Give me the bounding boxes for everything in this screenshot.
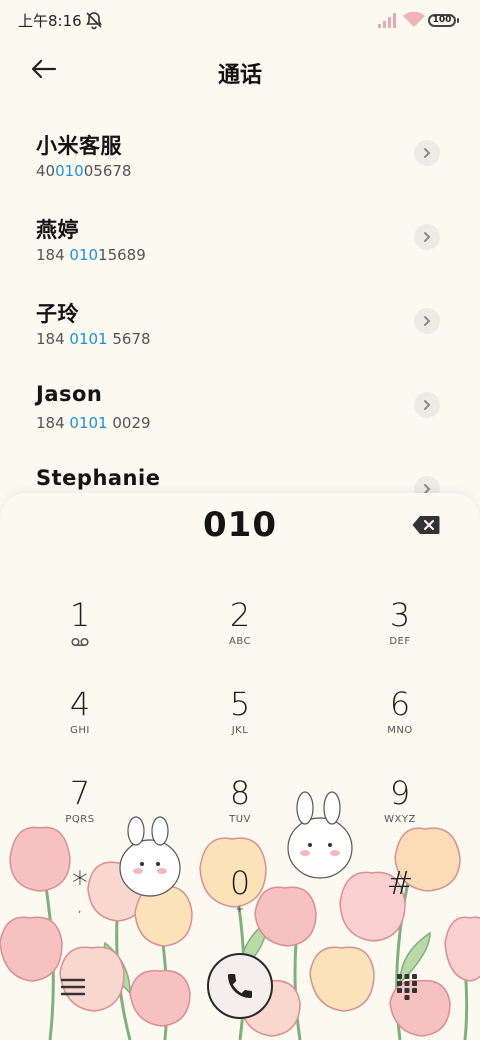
- key-letters: DEF: [389, 636, 411, 647]
- key-digit: #: [386, 864, 414, 902]
- key-letters: ,: [78, 904, 82, 915]
- key-letters: PQRS: [65, 814, 95, 825]
- key-letters: TUV: [229, 814, 251, 825]
- key-6[interactable]: 6 MNO: [340, 684, 460, 764]
- call-button[interactable]: [207, 953, 273, 1019]
- key-9[interactable]: 9 WXYZ: [340, 773, 460, 853]
- key-digit: 4: [69, 685, 91, 723]
- key-digit: 5: [229, 685, 251, 723]
- key-letters: GHI: [70, 725, 90, 736]
- key-hash[interactable]: #: [340, 863, 460, 943]
- key-letters: JKL: [231, 725, 249, 736]
- contact-detail-button[interactable]: [414, 392, 440, 418]
- contact-number: 184 01015689: [36, 246, 146, 264]
- dialed-number: 010: [203, 505, 277, 545]
- contact-number: 4001005678: [36, 162, 132, 180]
- voicemail-icon: [71, 637, 89, 647]
- key-digit: 0: [229, 864, 251, 902]
- battery-level: 100: [432, 15, 452, 25]
- keypad-toggle-icon[interactable]: [396, 973, 418, 1001]
- chevron-right-icon: [424, 232, 431, 242]
- key-letters: +: [235, 904, 245, 915]
- status-bar: 上午8:16 100: [0, 0, 480, 40]
- contact-number: 184 0101 5678: [36, 330, 151, 348]
- contact-detail-button[interactable]: [414, 224, 440, 250]
- key-0[interactable]: 0 +: [180, 863, 300, 943]
- key-7[interactable]: 7 PQRS: [20, 773, 140, 853]
- key-digit: *: [72, 864, 88, 902]
- key-letters: MNO: [387, 725, 413, 736]
- phone-icon: [228, 974, 252, 998]
- key-1[interactable]: 1: [20, 595, 140, 675]
- wifi-icon: [403, 12, 425, 27]
- key-2[interactable]: 2 ABC: [180, 595, 300, 675]
- key-3[interactable]: 3 DEF: [340, 595, 460, 675]
- key-5[interactable]: 5 JKL: [180, 684, 300, 764]
- key-4[interactable]: 4 GHI: [20, 684, 140, 764]
- status-time: 上午8:16: [18, 12, 82, 30]
- contact-item[interactable]: 小米客服 4001005678: [0, 112, 480, 196]
- key-digit: 2: [229, 596, 251, 634]
- signal-icon: [378, 13, 396, 28]
- bell-muted-icon: [86, 12, 102, 30]
- chevron-right-icon: [424, 148, 431, 158]
- contact-detail-button[interactable]: [414, 308, 440, 334]
- contact-item[interactable]: 燕婷 184 01015689: [0, 196, 480, 280]
- key-8[interactable]: 8 TUV: [180, 773, 300, 853]
- contact-item[interactable]: 子玲 184 0101 5678: [0, 280, 480, 364]
- key-digit: 1: [69, 596, 91, 634]
- header: 通话: [0, 45, 480, 95]
- key-letters: WXYZ: [384, 814, 416, 825]
- key-digit: 8: [229, 774, 251, 812]
- battery-icon: 100: [428, 14, 459, 27]
- contact-detail-button[interactable]: [414, 140, 440, 166]
- page-title: 通话: [217, 63, 262, 88]
- key-digit: 9: [389, 774, 411, 812]
- key-letters: [340, 903, 460, 917]
- backspace-button[interactable]: [412, 515, 440, 535]
- key-digit: 3: [389, 596, 411, 634]
- contact-item[interactable]: Jason 184 0101 0029: [0, 364, 480, 448]
- contact-number: 184 0101 0029: [36, 414, 151, 432]
- key-letters: ABC: [228, 636, 251, 647]
- contact-list: 小米客服 4001005678 燕婷 184 01015689 子玲 184 0…: [0, 112, 480, 532]
- key-star[interactable]: * ,: [20, 863, 140, 943]
- key-digit: 7: [69, 774, 91, 812]
- key-digit: 6: [389, 685, 411, 723]
- chevron-right-icon: [424, 400, 431, 410]
- dialer-panel: 010 1 2 ABC 3 DEF 4 GHI 5 JKL 6 MNO 7 PQ…: [0, 493, 480, 1040]
- menu-button[interactable]: [58, 973, 88, 1001]
- chevron-right-icon: [424, 316, 431, 326]
